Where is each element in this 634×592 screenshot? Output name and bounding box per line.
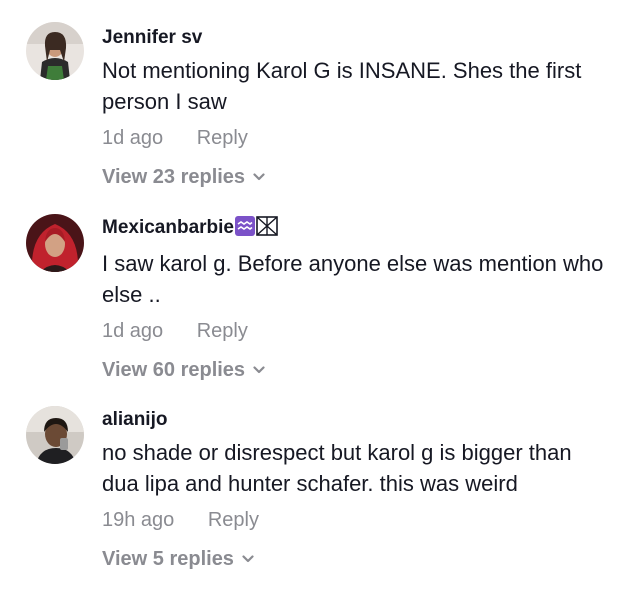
view-replies-label: View 23 replies (102, 166, 246, 188)
reply-button[interactable]: Reply (208, 507, 259, 533)
comment-username[interactable]: Mexicanbarbie (102, 216, 634, 243)
view-replies-button[interactable]: View 60 replies (102, 355, 634, 383)
comment-username[interactable]: Jennifer sv (102, 26, 634, 50)
avatar[interactable] (26, 22, 84, 80)
comment-text-line: no shade or disrespect but karol g is bi… (102, 440, 572, 465)
comment-content: alianijo no shade or disrespect but karo… (102, 408, 634, 572)
comment-meta: 1d ago Reply (102, 125, 634, 151)
comment-text-line: Not mentioning Karol G is INSANE. Shes t… (102, 58, 582, 83)
chevron-down-icon (253, 355, 265, 381)
comment-text: Not mentioning Karol G is INSANE. Shes t… (102, 55, 634, 117)
view-replies-label: View 60 replies (102, 359, 246, 381)
reply-button[interactable]: Reply (197, 318, 248, 344)
comment-text-line: dua lipa and hunter schafer. this was we… (102, 471, 518, 496)
chevron-down-icon (242, 544, 254, 570)
view-replies-button[interactable]: View 23 replies (102, 162, 634, 190)
missing-glyph-icon (256, 216, 278, 243)
avatar[interactable] (26, 406, 84, 464)
comment-text-line: else .. (102, 282, 161, 307)
comment-text-line: person I saw (102, 89, 227, 114)
comment-time: 19h ago (102, 509, 175, 531)
comment-text: I saw karol g. Before anyone else was me… (102, 248, 634, 310)
comment-meta: 19h ago Reply (102, 507, 634, 533)
comment-item: Mexicanbarbie I saw karol g. Before anyo… (0, 210, 634, 400)
comment-content: Mexicanbarbie I saw karol g. Before anyo… (102, 216, 634, 383)
comment-time: 1d ago (102, 320, 164, 342)
comment-text-line: I saw karol g. Before anyone else was me… (102, 251, 604, 276)
comment-text: no shade or disrespect but karol g is bi… (102, 437, 634, 499)
view-replies-button[interactable]: View 5 replies (102, 544, 634, 572)
comment-content: Jennifer sv Not mentioning Karol G is IN… (102, 26, 634, 190)
comment-item: alianijo no shade or disrespect but karo… (0, 402, 634, 592)
comment-item: Jennifer sv Not mentioning Karol G is IN… (0, 18, 634, 208)
chevron-down-icon (253, 162, 265, 188)
comment-meta: 1d ago Reply (102, 318, 634, 344)
aquarius-icon (235, 216, 255, 243)
comment-time: 1d ago (102, 127, 164, 149)
reply-button[interactable]: Reply (197, 125, 248, 151)
view-replies-label: View 5 replies (102, 548, 234, 570)
avatar[interactable] (26, 214, 84, 272)
username-text: Mexicanbarbie (102, 217, 234, 238)
comment-username[interactable]: alianijo (102, 408, 634, 432)
